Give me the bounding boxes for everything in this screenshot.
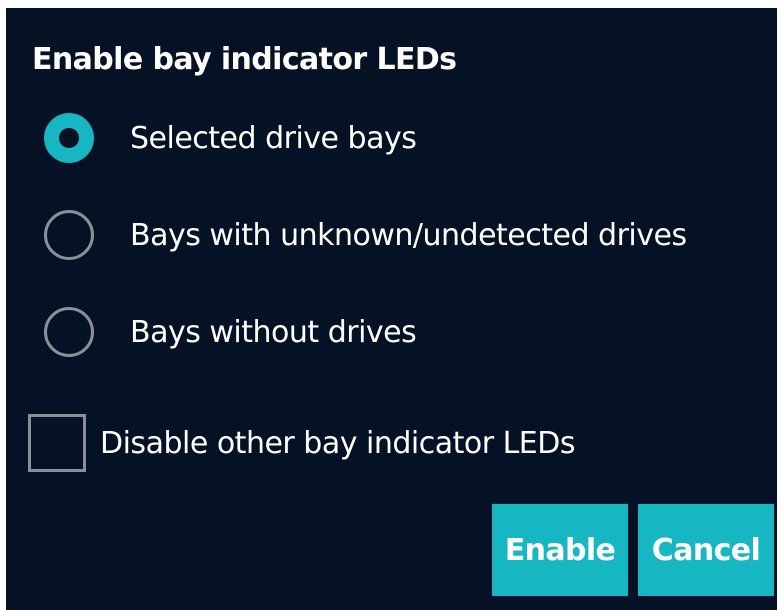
dialog-title: Enable bay indicator LEDs <box>32 42 457 77</box>
disable-other-leds-checkbox[interactable] <box>28 414 86 472</box>
radio-dot-icon <box>59 128 79 148</box>
radio-button-selected[interactable] <box>44 113 94 163</box>
radio-label-selected-drive-bays: Selected drive bays <box>130 120 417 156</box>
radio-button-unselected[interactable] <box>44 210 94 260</box>
cancel-button[interactable]: Cancel <box>638 504 774 596</box>
radio-button-unselected[interactable] <box>44 307 94 357</box>
radio-option-bays-without-drives[interactable]: Bays without drives <box>44 302 417 362</box>
radio-label-unknown-drives: Bays with unknown/undetected drives <box>130 217 687 253</box>
disable-other-leds-label: Disable other bay indicator LEDs <box>100 425 576 461</box>
enable-button[interactable]: Enable <box>492 504 628 596</box>
radio-option-selected-drive-bays[interactable]: Selected drive bays <box>44 108 417 168</box>
radio-label-bays-without-drives: Bays without drives <box>130 314 417 350</box>
enable-bay-leds-dialog: Enable bay indicator LEDs Selected drive… <box>6 8 777 610</box>
radio-option-unknown-drives[interactable]: Bays with unknown/undetected drives <box>44 205 687 265</box>
disable-other-leds-option[interactable]: Disable other bay indicator LEDs <box>28 412 576 474</box>
